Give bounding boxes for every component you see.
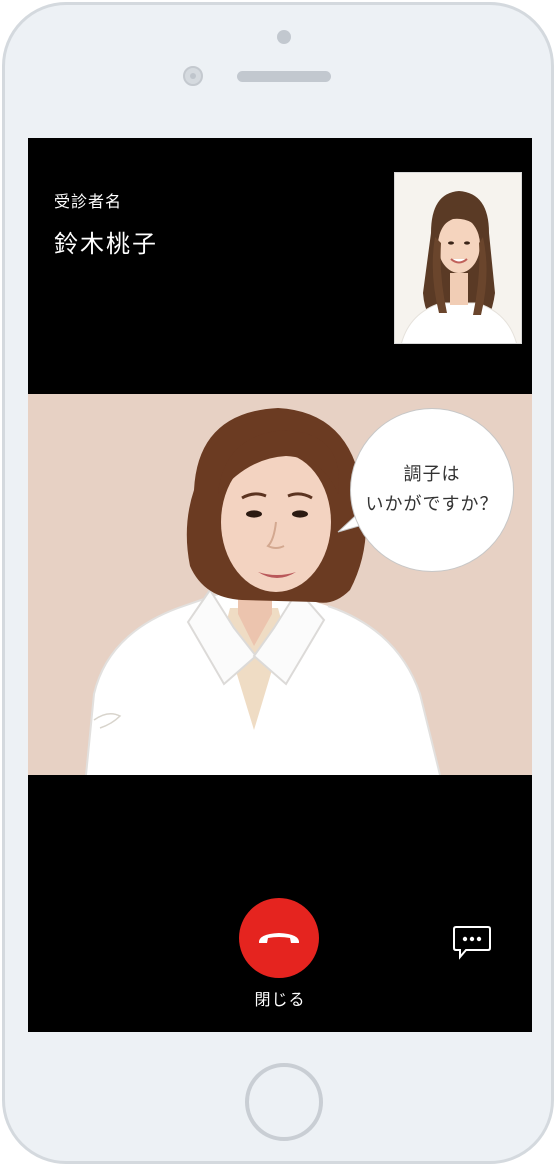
sensor-dot — [277, 30, 291, 44]
earpiece-speaker — [237, 71, 331, 82]
end-call-button[interactable] — [239, 898, 319, 978]
video-call-screen: 受診者名 鈴木桃子 調子は いかがですか？ 閉じる — [28, 138, 532, 1032]
front-camera — [183, 66, 203, 86]
chat-button[interactable] — [452, 922, 492, 962]
speech-line-1: 調子は — [403, 464, 461, 485]
patient-name: 鈴木桃子 — [54, 230, 158, 258]
speech-bubble: 調子は いかがですか？ — [350, 408, 514, 572]
speech-line-2: いかがですか？ — [365, 494, 499, 515]
end-call-label: 閉じる — [254, 990, 306, 1009]
home-button[interactable] — [245, 1063, 323, 1141]
self-video-preview — [394, 172, 522, 344]
doctor-video: 調子は いかがですか？ — [28, 394, 532, 775]
chat-bubble-icon — [453, 926, 491, 960]
phone-hangup-icon — [258, 933, 300, 943]
patient-label: 受診者名 — [54, 192, 123, 211]
patient-portrait — [395, 173, 521, 343]
